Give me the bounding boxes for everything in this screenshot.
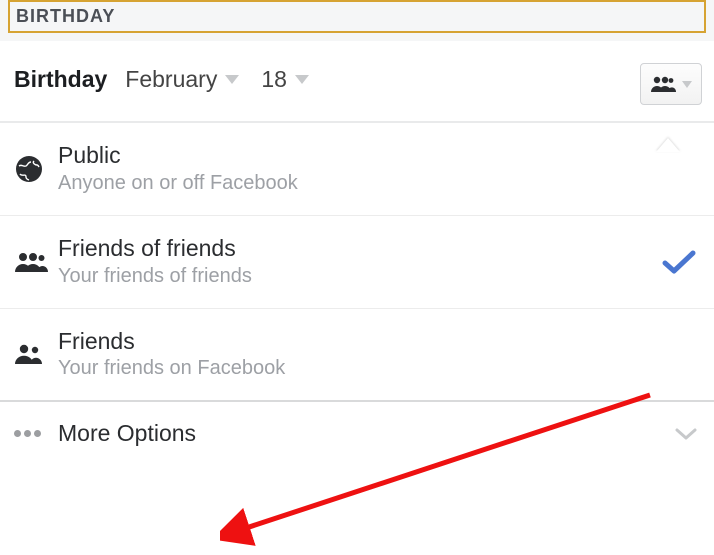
month-value: February [125,66,217,93]
friends-of-friends-icon [14,251,48,273]
popover-pointer [656,138,680,152]
option-subtitle: Your friends on Facebook [58,355,698,382]
more-options-label: More Options [58,420,674,447]
section-title: BIRTHDAY [16,6,115,26]
globe-icon [14,154,44,184]
caret-down-icon [682,81,692,88]
month-select[interactable]: February [125,66,239,93]
audience-option-friends[interactable]: Friends Your friends on Facebook [0,309,714,403]
header-band: BIRTHDAY [0,0,714,41]
audience-option-friends-of-friends[interactable]: Friends of friends Your friends of frien… [0,216,714,309]
birthday-row: Birthday February 18 [0,41,714,123]
day-select[interactable]: 18 [261,66,309,93]
chevron-down-icon [674,426,698,442]
friends-icon [14,343,44,365]
option-title: Friends [58,327,698,356]
more-options-row[interactable]: More Options [0,402,714,465]
audience-selector-button[interactable] [640,63,702,105]
more-icon [14,430,41,437]
day-value: 18 [261,66,287,93]
field-label-birthday: Birthday [14,66,107,93]
friends-of-friends-icon [650,75,676,93]
audience-options-list: Public Anyone on or off Facebook Friends… [0,123,714,402]
option-title: Public [58,141,698,170]
section-header: BIRTHDAY [8,0,706,33]
caret-down-icon [295,75,309,84]
audience-option-public[interactable]: Public Anyone on or off Facebook [0,123,714,216]
checkmark-icon [662,249,696,275]
caret-down-icon [225,75,239,84]
option-subtitle: Anyone on or off Facebook [58,170,698,197]
option-subtitle: Your friends of friends [58,263,698,290]
option-title: Friends of friends [58,234,698,263]
